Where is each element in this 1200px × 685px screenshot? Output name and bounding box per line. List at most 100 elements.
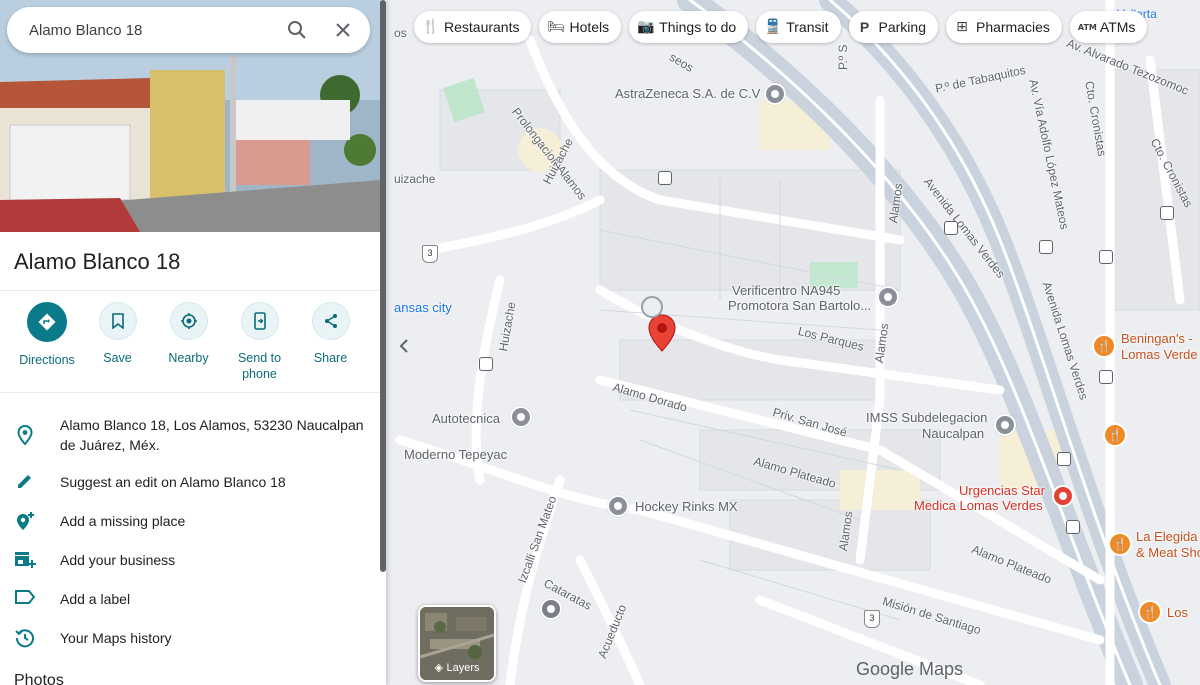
poi-hockey-rinks[interactable]: Hockey Rinks MX bbox=[635, 499, 738, 514]
share-icon bbox=[324, 314, 337, 328]
bus-stop-icon[interactable] bbox=[1057, 452, 1071, 466]
pharmacy-icon: ⊞ bbox=[956, 19, 968, 35]
maps-history-text: Your Maps history bbox=[60, 630, 172, 646]
route-shield: 3 bbox=[422, 245, 438, 263]
poi-urgencias-line1[interactable]: Urgencias Star bbox=[959, 483, 1045, 498]
directions-icon bbox=[38, 313, 56, 331]
search-box[interactable]: Alamo Blanco 18 bbox=[7, 7, 370, 53]
restaurant-pin-icon[interactable]: 🍴 bbox=[1092, 334, 1116, 358]
maps-history-row[interactable]: Your Maps history bbox=[0, 628, 381, 648]
nearby-icon bbox=[180, 313, 197, 329]
bed-icon: 🛏 bbox=[547, 19, 566, 35]
directions-icon-circle bbox=[27, 302, 67, 342]
selected-place-marker-icon[interactable] bbox=[648, 314, 676, 352]
poi-benigans-line2[interactable]: Lomas Verde bbox=[1121, 347, 1198, 362]
add-location-icon bbox=[0, 511, 50, 531]
bus-stop-icon[interactable] bbox=[1160, 206, 1174, 220]
search-button[interactable] bbox=[274, 7, 320, 53]
photos-heading: Photos bbox=[14, 672, 64, 685]
bus-stop-icon[interactable] bbox=[1066, 520, 1080, 534]
add-business-icon bbox=[0, 550, 50, 570]
clear-search-button[interactable] bbox=[320, 7, 366, 53]
fork-knife-icon: 🍴 bbox=[422, 19, 440, 35]
action-label: Send to phone bbox=[237, 351, 282, 381]
bus-stop-icon[interactable] bbox=[1099, 250, 1113, 264]
place-panel: Alamo Blanco 18 Alamo Blanco 18 Directio… bbox=[0, 0, 386, 685]
chip-restaurants[interactable]: 🍴 Restaurants bbox=[414, 11, 532, 43]
poi-verificentro-line2[interactable]: Promotora San Bartolo... bbox=[728, 298, 871, 313]
layers-label: ◈ Layers bbox=[420, 661, 494, 674]
label-icon bbox=[0, 589, 50, 605]
poi-benigans-line1[interactable]: Beningan's - bbox=[1121, 331, 1193, 346]
restaurant-pin-icon[interactable]: 🍴 bbox=[1138, 600, 1162, 624]
action-label: Nearby bbox=[168, 351, 209, 365]
hospital-pin-icon[interactable] bbox=[1052, 485, 1074, 507]
save-button[interactable]: Save bbox=[82, 302, 153, 382]
poi-urgencias-line2[interactable]: Medica Lomas Verdes bbox=[914, 498, 1043, 513]
chip-hotels[interactable]: 🛏 Hotels bbox=[539, 11, 622, 43]
divider bbox=[0, 392, 381, 393]
add-missing-place-row[interactable]: Add a missing place bbox=[0, 511, 381, 531]
street-huizache: uizache bbox=[394, 172, 436, 186]
poi-pin-icon[interactable] bbox=[510, 406, 532, 428]
poi-autotecnica[interactable]: Autotecnica bbox=[432, 411, 500, 426]
poi-pin-icon[interactable] bbox=[994, 414, 1016, 436]
suggest-edit-row[interactable]: Suggest an edit on Alamo Blanco 18 bbox=[0, 472, 381, 492]
poi-kansas-city[interactable]: ansas city bbox=[394, 300, 452, 315]
poi-elegida-line2[interactable]: & Meat Sho bbox=[1136, 545, 1200, 560]
address-text: Alamo Blanco 18, Los Alamos, 53230 Nauca… bbox=[60, 417, 364, 453]
bookmark-icon bbox=[111, 313, 124, 329]
bus-stop-icon[interactable] bbox=[479, 357, 493, 371]
add-label-row[interactable]: Add a label bbox=[0, 589, 381, 609]
place-title: Alamo Blanco 18 bbox=[14, 249, 181, 274]
send-to-phone-button[interactable]: Send to phone bbox=[224, 302, 295, 382]
chip-transit[interactable]: 🚆 Transit bbox=[756, 11, 841, 43]
poi-moderno-tepeyac[interactable]: Moderno Tepeyac bbox=[404, 447, 507, 462]
poi-pin-icon[interactable] bbox=[607, 495, 629, 517]
chip-label: Transit bbox=[786, 19, 829, 35]
poi-imss-line2[interactable]: Naucalpan bbox=[922, 426, 984, 441]
chip-label: Things to do bbox=[659, 19, 737, 35]
save-icon-circle bbox=[98, 302, 137, 340]
bus-stop-icon[interactable] bbox=[944, 221, 958, 235]
bus-stop-icon[interactable] bbox=[1099, 370, 1113, 384]
layers-button[interactable]: ◈ Layers bbox=[418, 605, 496, 682]
collapse-panel-button[interactable] bbox=[392, 334, 416, 358]
share-icon-circle bbox=[311, 302, 350, 340]
restaurant-pin-icon[interactable]: 🍴 bbox=[1103, 423, 1127, 447]
poi-verificentro-line1[interactable]: Verificentro NA945 bbox=[732, 283, 840, 298]
chip-things-to-do[interactable]: 📷 Things to do bbox=[629, 11, 749, 43]
bus-stop-icon[interactable] bbox=[1039, 240, 1053, 254]
bus-stop-icon[interactable] bbox=[658, 171, 672, 185]
add-business-row[interactable]: Add your business bbox=[0, 550, 381, 570]
search-input[interactable]: Alamo Blanco 18 bbox=[7, 22, 274, 39]
divider bbox=[0, 290, 381, 291]
phone-icon bbox=[253, 312, 266, 330]
poi-imss-line1[interactable]: IMSS Subdelegacion bbox=[866, 410, 987, 425]
panel-scrollbar[interactable] bbox=[380, 0, 386, 572]
restaurant-pin-icon[interactable]: 🍴 bbox=[1108, 532, 1132, 556]
poi-los[interactable]: Los bbox=[1167, 605, 1188, 620]
nearby-button[interactable]: Nearby bbox=[153, 302, 224, 382]
place-hero-photo[interactable]: Alamo Blanco 18 bbox=[0, 0, 381, 232]
directions-button[interactable]: Directions bbox=[12, 302, 82, 382]
add-label-text: Add a label bbox=[60, 591, 131, 607]
chip-parking[interactable]: P Parking bbox=[848, 11, 938, 43]
layers-text: Layers bbox=[446, 662, 480, 674]
chip-pharmacies[interactable]: ⊞ Pharmacies bbox=[945, 11, 1062, 43]
history-icon bbox=[0, 628, 50, 648]
suggest-edit-text: Suggest an edit on Alamo Blanco 18 bbox=[60, 474, 286, 490]
share-button[interactable]: Share bbox=[295, 302, 366, 382]
address-row[interactable]: Alamo Blanco 18, Los Alamos, 53230 Nauca… bbox=[0, 415, 381, 455]
chip-atms[interactable]: ATM ATMs bbox=[1069, 11, 1148, 43]
action-buttons: Directions Save Nearby Send to phone Sha… bbox=[0, 302, 381, 382]
poi-pin-icon[interactable] bbox=[764, 83, 786, 105]
layers-stack-icon: ◈ bbox=[434, 661, 447, 674]
chip-label: Hotels bbox=[569, 19, 610, 35]
previous-location-ring bbox=[641, 296, 663, 318]
school-pin-icon[interactable] bbox=[540, 598, 562, 620]
poi-pin-icon[interactable] bbox=[877, 286, 899, 308]
poi-astrazeneca[interactable]: AstraZeneca S.A. de C.V bbox=[615, 86, 760, 101]
camera-icon: 📷 bbox=[637, 19, 655, 35]
poi-elegida-line1[interactable]: La Elegida bbox=[1136, 529, 1197, 544]
